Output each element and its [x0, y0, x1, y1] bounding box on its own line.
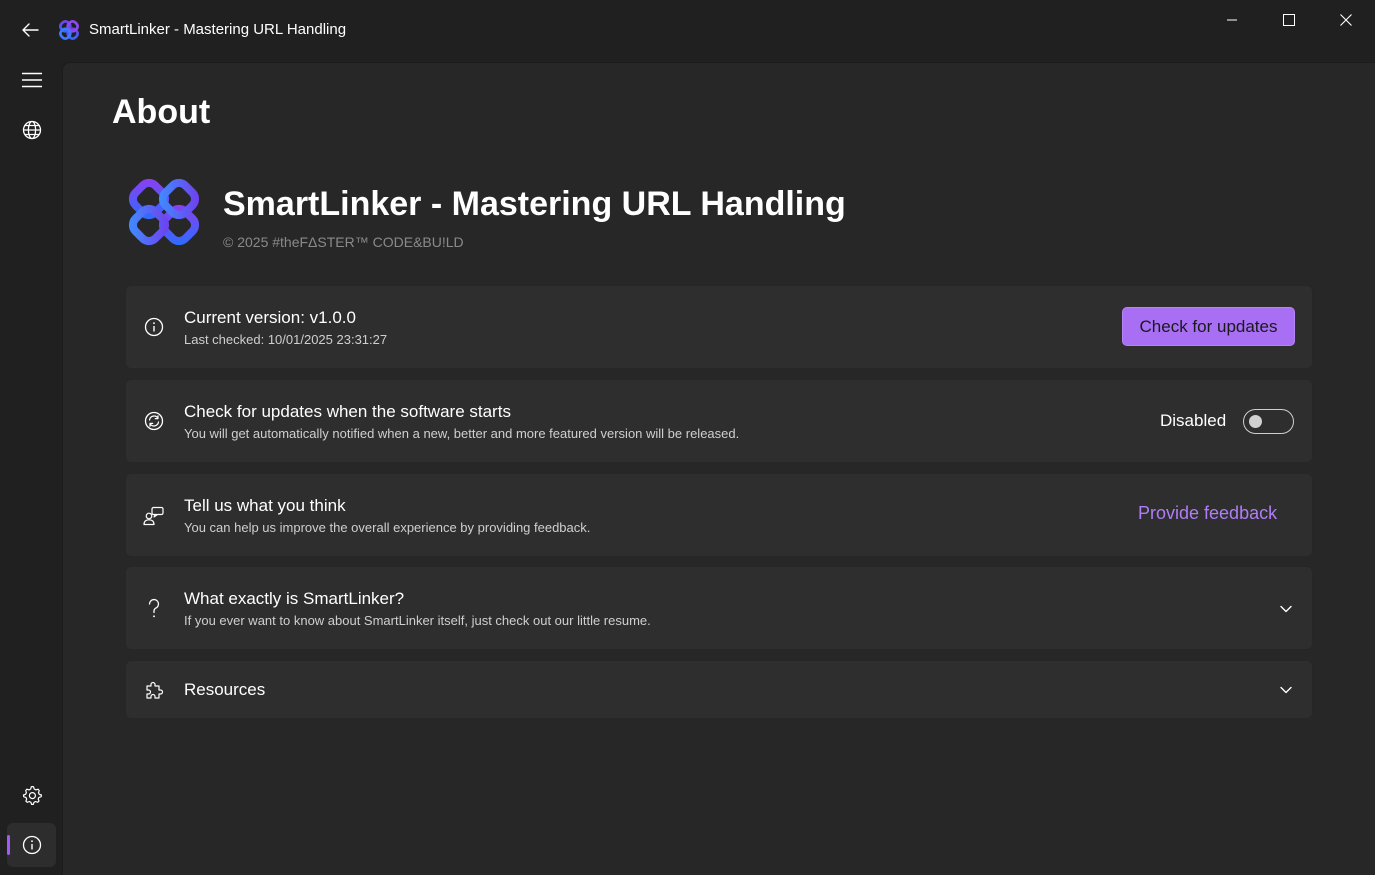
startup-updates-description: You will get automatically notified when… [184, 426, 740, 441]
chevron-down-icon[interactable] [1276, 599, 1296, 619]
version-card: Current version: v1.0.0 Last checked: 10… [125, 285, 1313, 369]
nav-menu-toggle[interactable] [7, 58, 56, 102]
what-is-smartlinker-card[interactable]: What exactly is SmartLinker? If you ever… [125, 566, 1313, 650]
feedback-card: Tell us what you think You can help us i… [125, 473, 1313, 557]
what-is-description: If you ever want to know about SmartLink… [184, 613, 651, 628]
what-is-title: What exactly is SmartLinker? [184, 589, 405, 608]
minimize-button[interactable] [1203, 0, 1260, 40]
app-logo-icon [128, 178, 200, 246]
toggle-knob [1249, 415, 1262, 428]
selection-indicator [7, 835, 10, 855]
check-for-updates-button[interactable]: Check for updates [1122, 307, 1295, 346]
info-icon [142, 315, 166, 339]
minimize-icon [1226, 19, 1237, 21]
feedback-icon [142, 504, 166, 528]
chevron-down-icon[interactable] [1276, 680, 1296, 700]
nav-rail [0, 62, 62, 875]
resources-card[interactable]: Resources [125, 660, 1313, 719]
feedback-title: Tell us what you think [184, 496, 346, 515]
app-name-heading: SmartLinker - Mastering URL Handling [223, 185, 846, 223]
toggle-state-label: Disabled [1160, 411, 1227, 430]
resources-title: Resources [184, 680, 266, 699]
provide-feedback-link[interactable]: Provide feedback [1138, 503, 1277, 524]
title-bar: SmartLinker - Mastering URL Handling [0, 0, 1375, 62]
back-button[interactable] [14, 16, 46, 44]
sync-icon [142, 409, 166, 433]
arrow-left-icon [22, 23, 39, 37]
startup-updates-card: Check for updates when the software star… [125, 379, 1313, 463]
startup-updates-toggle[interactable] [1243, 409, 1294, 434]
gear-icon [22, 785, 42, 805]
hamburger-icon [21, 72, 42, 88]
startup-updates-title: Check for updates when the software star… [184, 402, 511, 421]
nav-item-about[interactable] [7, 823, 56, 867]
globe-icon [22, 120, 41, 140]
maximize-icon [1282, 14, 1295, 26]
puzzle-icon [142, 678, 166, 702]
window-title: SmartLinker - Mastering URL Handling [89, 21, 347, 38]
info-icon [22, 835, 41, 855]
page-title: About [112, 93, 211, 131]
content-area: About SmartLinker - Mastering URL Handli… [62, 62, 1375, 875]
last-checked-text: Last checked: 10/01/2025 23:31:27 [184, 332, 388, 347]
close-button[interactable] [1317, 0, 1374, 40]
copyright-text: © 2025 #theFΔSTER™ CODE&BU!LD [223, 234, 464, 250]
nav-item-links[interactable] [7, 108, 56, 152]
question-icon [142, 597, 166, 621]
version-title: Current version: v1.0.0 [184, 308, 356, 327]
close-icon [1339, 14, 1352, 26]
feedback-description: You can help us improve the overall expe… [184, 520, 591, 535]
app-logo-icon [58, 19, 80, 41]
maximize-button[interactable] [1260, 0, 1317, 40]
nav-item-settings[interactable] [7, 773, 56, 817]
